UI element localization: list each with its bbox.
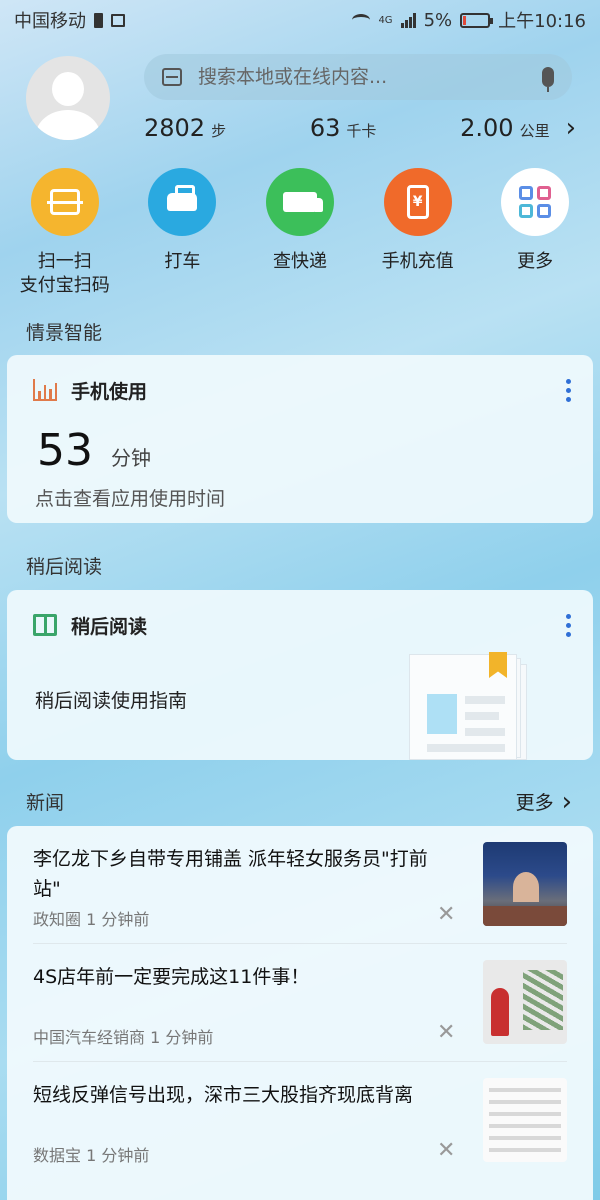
user-body-icon (36, 110, 100, 140)
book-icon (33, 614, 57, 636)
dismiss-icon[interactable]: ✕ (437, 904, 455, 926)
steps-value: 2802 (144, 114, 206, 142)
news-card: 李亿龙下乡自带专用铺盖 派年轻女服务员"打前站" 政知圈 1 分钟前 ✕ 4S店… (7, 826, 593, 1200)
usage-subtitle: 点击查看应用使用时间 (35, 488, 226, 510)
action-label: 查快递 (272, 251, 327, 272)
action-recharge[interactable]: ¥ 手机充值 (360, 168, 476, 298)
dismiss-icon[interactable]: ✕ (437, 1022, 455, 1044)
phone-recharge-icon: ¥ (406, 185, 429, 219)
news-more-label: 更多 (515, 792, 554, 814)
bar-chart-icon (33, 379, 57, 401)
scan-icon (46, 189, 83, 215)
grid-more-icon (519, 186, 552, 218)
steps-unit: 步 (211, 122, 227, 140)
sim-icon (94, 12, 103, 28)
calories-unit: 千卡 (346, 122, 377, 140)
network-type: 4G (378, 14, 393, 26)
news-source: 数据宝 1 分钟前 (33, 1146, 150, 1165)
news-item[interactable]: 短线反弹信号出现，深市三大股指齐现底背离 数据宝 1 分钟前 ✕ (33, 1062, 567, 1180)
usage-unit: 分钟 (111, 446, 151, 470)
card-header: 稍后阅读 (7, 590, 593, 660)
news-more-link[interactable]: 更多 › (516, 788, 572, 815)
action-more[interactable]: 更多 (477, 168, 593, 298)
scan-action-circle[interactable] (30, 168, 99, 236)
scan-icon[interactable] (162, 68, 182, 86)
news-thumbnail[interactable] (483, 842, 567, 926)
news-headline[interactable]: 李亿龙下乡自带专用铺盖 派年轻女服务员"打前站" (33, 844, 451, 904)
calories-stat: 63 千卡 (310, 114, 377, 142)
news-item[interactable]: 4S店年前一定要完成这11件事！ 中国汽车经销商 1 分钟前 ✕ (33, 944, 567, 1062)
distance-value: 2.00 (460, 114, 514, 142)
section-title-smart: 情景智能 (26, 322, 103, 344)
notification-image-icon (111, 13, 125, 27)
usage-value: 53 分钟 (7, 425, 593, 476)
search-bar[interactable] (144, 54, 572, 100)
signal-icon (400, 12, 416, 28)
steps-stat: 2802 步 (144, 114, 226, 142)
action-label: 打车 (164, 251, 201, 272)
news-headline[interactable]: 4S店年前一定要完成这11件事！ (33, 962, 451, 992)
read-later-card[interactable]: 稍后阅读 稍后阅读使用指南 (7, 590, 593, 760)
taxi-icon (167, 185, 198, 211)
action-scan[interactable]: 扫一扫 支付宝扫码 (7, 168, 123, 298)
carrier-label: 中国移动 (14, 11, 86, 32)
news-section-title: 新闻 (26, 792, 65, 814)
wifi-icon (352, 14, 371, 26)
battery-icon (460, 12, 494, 28)
distance-unit: 公里 (519, 122, 550, 140)
action-express[interactable]: 查快递 (242, 168, 358, 298)
news-thumbnail[interactable] (483, 1078, 567, 1162)
chevron-right-icon[interactable]: › (566, 115, 576, 141)
more-options-icon[interactable] (566, 378, 571, 402)
card-header: 手机使用 (7, 355, 593, 425)
quick-actions: 扫一扫 支付宝扫码 打车 查快递 ¥ 手机充值 更多 (0, 168, 600, 298)
truck-icon (282, 192, 323, 212)
document-illustration (409, 652, 527, 760)
read-later-guide-link[interactable]: 稍后阅读使用指南 (35, 686, 187, 713)
dismiss-icon[interactable]: ✕ (437, 1140, 455, 1162)
news-headline[interactable]: 短线反弹信号出现，深市三大股指齐现底背离 (33, 1080, 451, 1110)
news-thumbnail[interactable] (483, 960, 567, 1044)
news-header: 新闻 更多 › (26, 788, 572, 815)
news-source: 中国汽车经销商 1 分钟前 (33, 1028, 214, 1047)
usage-minutes: 53 (37, 425, 93, 476)
news-source: 政知圈 1 分钟前 (33, 910, 150, 929)
clock: 上午10:16 (498, 11, 586, 32)
more-options-icon[interactable] (566, 613, 571, 637)
status-bar: 中国移动 4G 5% 上午10:16 (0, 0, 600, 40)
action-label: 手机充值 (381, 251, 454, 272)
section-title-read-later: 稍后阅读 (26, 556, 103, 578)
action-label: 扫一扫 支付宝扫码 (19, 251, 110, 296)
avatar[interactable] (26, 56, 110, 140)
recharge-action-circle[interactable]: ¥ (383, 168, 452, 236)
user-head-icon (52, 72, 84, 106)
distance-stat: 2.00 公里 › (460, 114, 576, 142)
health-stats[interactable]: 2802 步 63 千卡 2.00 公里 › (144, 114, 576, 142)
calories-value: 63 (309, 114, 341, 142)
search-input[interactable] (198, 66, 526, 88)
card-title: 稍后阅读 (71, 615, 148, 638)
action-taxi[interactable]: 打车 (124, 168, 240, 298)
microphone-icon[interactable] (542, 67, 554, 92)
phone-usage-card[interactable]: 手机使用 53 分钟 点击查看应用使用时间 (7, 355, 593, 523)
chevron-right-icon: › (561, 786, 572, 817)
action-label: 更多 (517, 251, 554, 272)
battery-percent: 5% (423, 9, 453, 31)
express-action-circle[interactable] (265, 168, 334, 236)
taxi-action-circle[interactable] (148, 168, 217, 236)
card-title: 手机使用 (71, 380, 148, 403)
news-item[interactable]: 李亿龙下乡自带专用铺盖 派年轻女服务员"打前站" 政知圈 1 分钟前 ✕ (33, 826, 567, 944)
more-action-circle[interactable] (501, 168, 570, 236)
